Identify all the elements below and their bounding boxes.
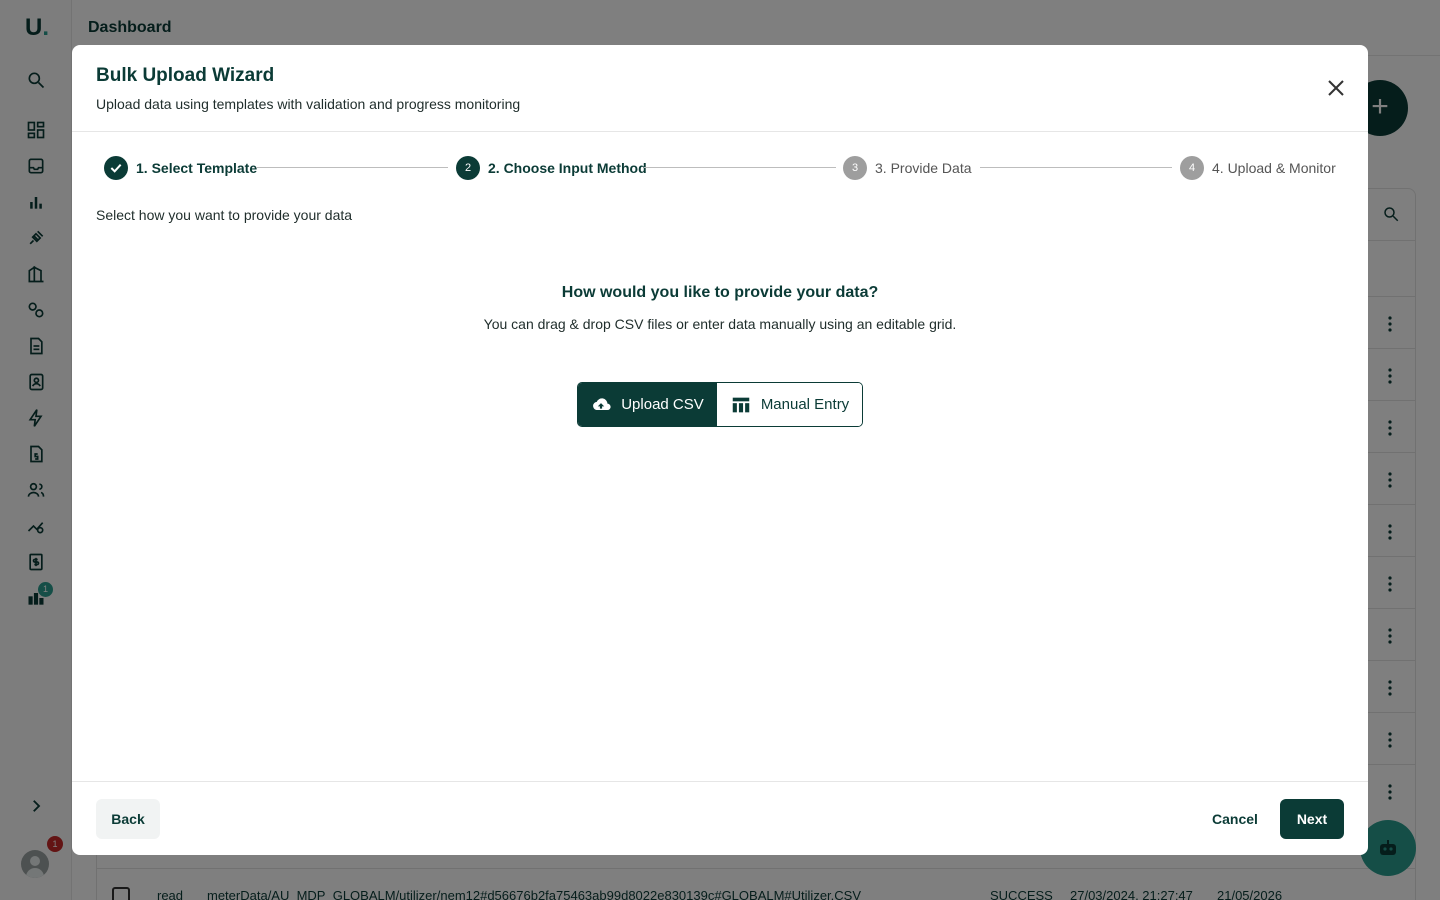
- step-number: 4: [1180, 156, 1204, 180]
- step-connector: [644, 167, 836, 168]
- check-icon: [104, 156, 128, 180]
- dialog-footer: Back Cancel Next: [72, 781, 1368, 855]
- step-label: 2. Choose Input Method: [488, 160, 647, 176]
- step-label: 3. Provide Data: [875, 160, 972, 176]
- step-instruction: Select how you want to provide your data: [96, 207, 353, 223]
- input-method-question: How would you like to provide your data?: [561, 284, 879, 301]
- upload-csv-option[interactable]: Upload CSV: [578, 383, 716, 426]
- cancel-button[interactable]: Cancel: [1200, 799, 1270, 839]
- wizard-stepper: 1. Select Template 2 2. Choose Input Met…: [104, 155, 1336, 181]
- manual-entry-option[interactable]: Manual Entry: [716, 383, 862, 426]
- next-button[interactable]: Next: [1280, 799, 1344, 839]
- step-number: 3: [843, 156, 867, 180]
- close-icon[interactable]: [1324, 76, 1348, 100]
- dialog-header: Bulk Upload Wizard Upload data using tem…: [72, 45, 1368, 132]
- step-connector: [980, 167, 1172, 168]
- upload-csv-label: Upload CSV: [621, 396, 704, 413]
- table-grid-icon: [732, 397, 750, 412]
- manual-entry-label: Manual Entry: [760, 396, 850, 413]
- dialog-title: Bulk Upload Wizard: [96, 65, 275, 86]
- bulk-upload-wizard-dialog: Bulk Upload Wizard Upload data using tem…: [72, 45, 1368, 855]
- input-method-hint: You can drag & drop CSV files or enter d…: [483, 316, 957, 332]
- step-choose-input-method: 2 2. Choose Input Method: [456, 155, 647, 181]
- step-label: 1. Select Template: [136, 160, 258, 176]
- step-connector: [256, 167, 448, 168]
- step-label: 4. Upload & Monitor: [1212, 160, 1336, 176]
- dialog-subtitle: Upload data using templates with validat…: [96, 96, 521, 112]
- step-select-template: 1. Select Template: [104, 155, 257, 181]
- step-upload-monitor: 4 4. Upload & Monitor: [1180, 155, 1336, 181]
- cloud-upload-icon: [593, 397, 611, 410]
- input-method-toggle: Upload CSV Manual Entry: [577, 382, 863, 427]
- back-button[interactable]: Back: [96, 799, 160, 839]
- step-provide-data: 3 3. Provide Data: [843, 155, 972, 181]
- step-number: 2: [456, 156, 480, 180]
